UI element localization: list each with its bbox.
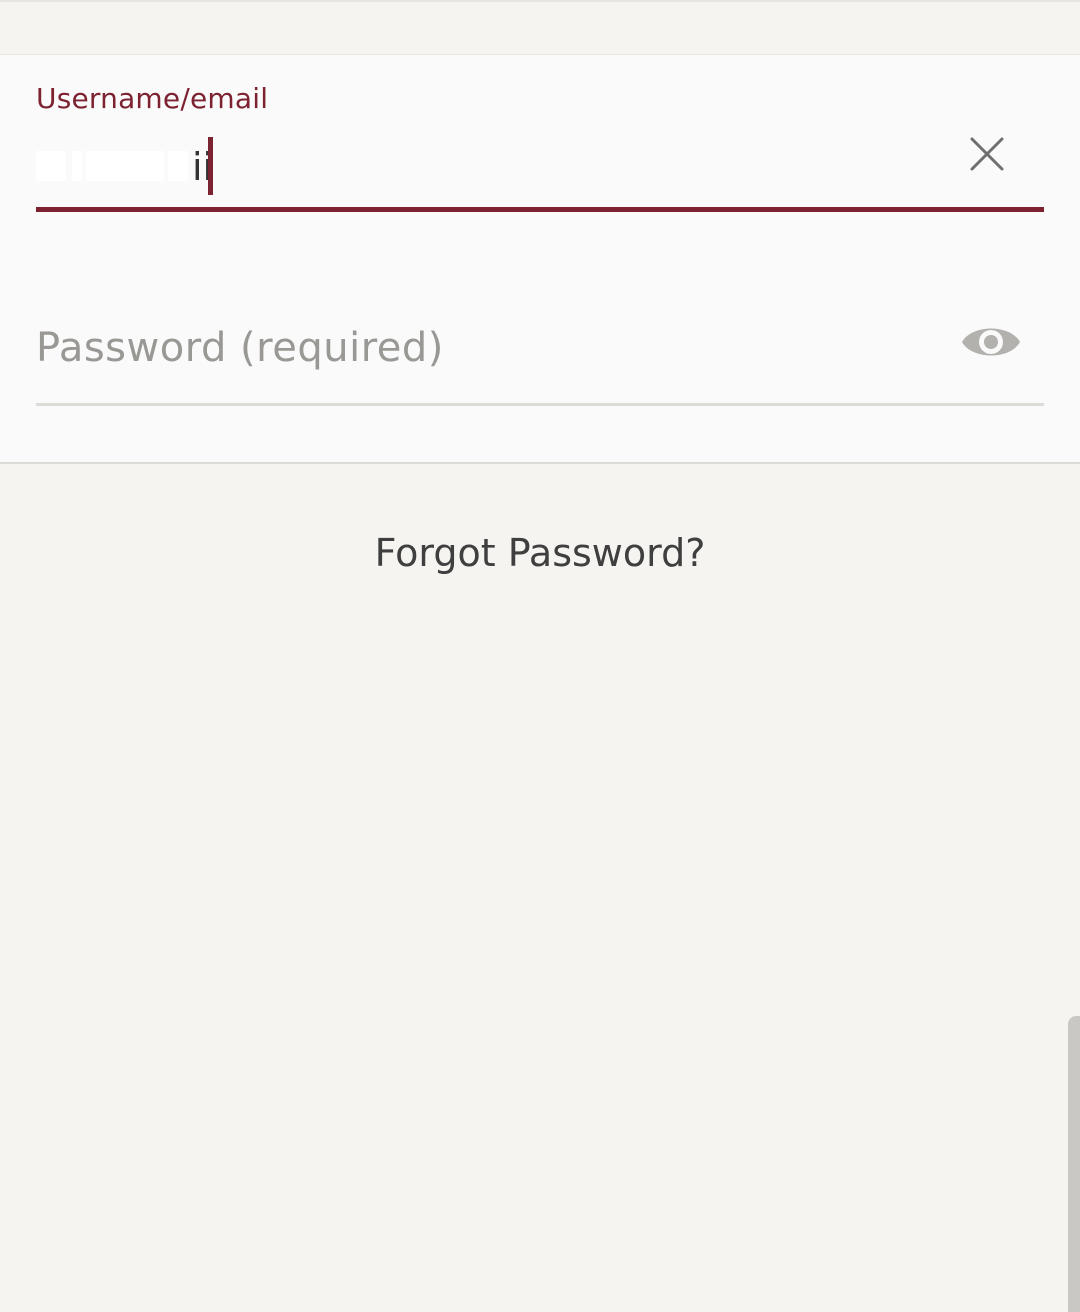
close-icon xyxy=(970,137,1004,171)
show-password-button[interactable] xyxy=(956,313,1026,371)
clear-username-button[interactable] xyxy=(958,129,1014,185)
redacted-text-block xyxy=(168,151,188,181)
password-underline xyxy=(36,403,1044,406)
redacted-text-block xyxy=(72,151,82,181)
scrollbar[interactable] xyxy=(1068,1016,1080,1312)
top-strip xyxy=(0,0,1080,54)
forgot-password-link[interactable]: Forgot Password? xyxy=(0,526,1080,580)
login-card: Username/email ii Password (required) xyxy=(0,54,1080,464)
username-underline xyxy=(36,207,1044,212)
redacted-text-block xyxy=(86,151,164,181)
eye-icon xyxy=(962,328,1020,356)
username-label: Username/email xyxy=(36,82,269,115)
redacted-text-block xyxy=(36,151,66,181)
username-input[interactable]: ii xyxy=(36,137,276,195)
text-caret xyxy=(208,137,213,195)
password-input[interactable]: Password (required) xyxy=(36,323,444,373)
